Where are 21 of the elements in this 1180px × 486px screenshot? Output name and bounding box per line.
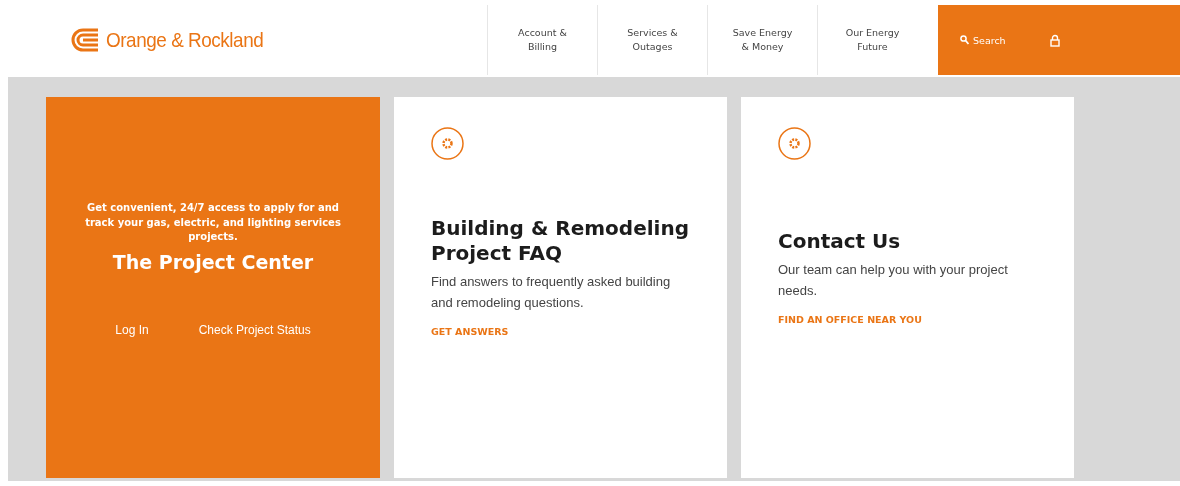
nav-link[interactable]: Services & Outages — [597, 5, 707, 75]
promo-text: Get convenient, 24/7 access to apply for and track your gas, electric, and lighting services projects. — [84, 201, 342, 244]
lock-icon[interactable] — [1049, 33, 1060, 47]
gear-icon — [778, 127, 811, 160]
card-title: Contact Us — [778, 229, 902, 254]
card-text: Our team can help you with your project needs. — [778, 261, 1009, 300]
nav-link[interactable]: Account & Billing — [487, 5, 597, 75]
card-link[interactable]: FIND AN OFFICE NEAR YOU — [778, 313, 1037, 325]
promo-link[interactable]: Check Project Status — [198, 322, 311, 337]
search-icon — [960, 35, 969, 45]
nav-link[interactable]: Save Energy & Money — [707, 5, 817, 75]
gear-icon — [431, 127, 464, 160]
promo-title: The Project Center — [112, 250, 314, 273]
promo-link[interactable]: Log In — [115, 322, 149, 337]
logo-icon — [70, 27, 100, 53]
logo-text[interactable]: Orange & Rockland — [106, 28, 264, 52]
search-button[interactable]: Search — [960, 34, 1006, 46]
card-link[interactable]: GET ANSWERS — [431, 325, 690, 337]
card-text: Find answers to frequently asked building and remodeling questions. — [431, 273, 672, 312]
card-title: Building & Remodeling Project FAQ — [431, 216, 690, 266]
nav-link[interactable]: Our Energy Future — [817, 5, 927, 75]
